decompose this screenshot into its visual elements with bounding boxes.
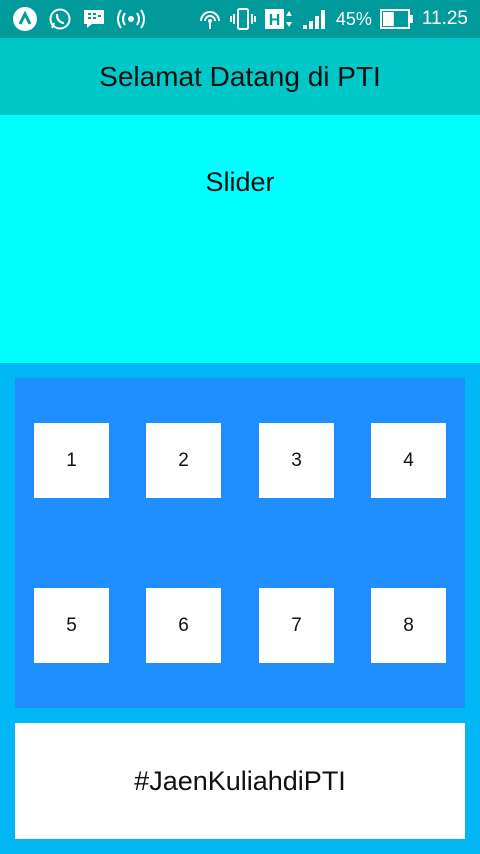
hotspot-icon <box>116 7 146 31</box>
grid-item-2[interactable]: 2 <box>146 423 221 498</box>
signal-icon <box>302 7 328 31</box>
grid-item-7[interactable]: 7 <box>259 588 334 663</box>
app-header: Selamat Datang di PTI <box>0 38 480 115</box>
slider-label: Slider <box>205 167 275 197</box>
clock: 11.25 <box>421 8 468 29</box>
grid-item-3[interactable]: 3 <box>259 423 334 498</box>
grid-item-4[interactable]: 4 <box>371 423 446 498</box>
page-title: Selamat Datang di PTI <box>99 60 381 92</box>
bbm-icon <box>82 7 106 31</box>
grid-item-8[interactable]: 8 <box>371 588 446 663</box>
wifi-icon <box>198 7 222 31</box>
h-network-icon: H <box>264 7 294 31</box>
status-left <box>12 6 146 32</box>
footer-hashtag: #JaenKuliahdiPTI <box>134 765 346 796</box>
footer-banner: #JaenKuliahdiPTI <box>15 723 465 839</box>
grid-item-6[interactable]: 6 <box>146 588 221 663</box>
vibrate-icon <box>229 7 256 31</box>
whatsapp-icon <box>48 7 72 31</box>
status-bar: H 45% 11.25 <box>0 0 480 38</box>
status-right: H 45% 11.25 <box>198 6 468 32</box>
svg-text:H: H <box>269 12 281 29</box>
grid-item-1[interactable]: 1 <box>34 423 109 498</box>
battery-icon <box>379 8 414 30</box>
menu-grid: 1 2 3 4 5 6 7 8 <box>15 378 465 708</box>
app-logo-icon <box>12 6 38 32</box>
battery-percent: 45% <box>335 8 372 29</box>
slider[interactable]: Slider <box>0 115 480 363</box>
grid-item-5[interactable]: 5 <box>34 588 109 663</box>
